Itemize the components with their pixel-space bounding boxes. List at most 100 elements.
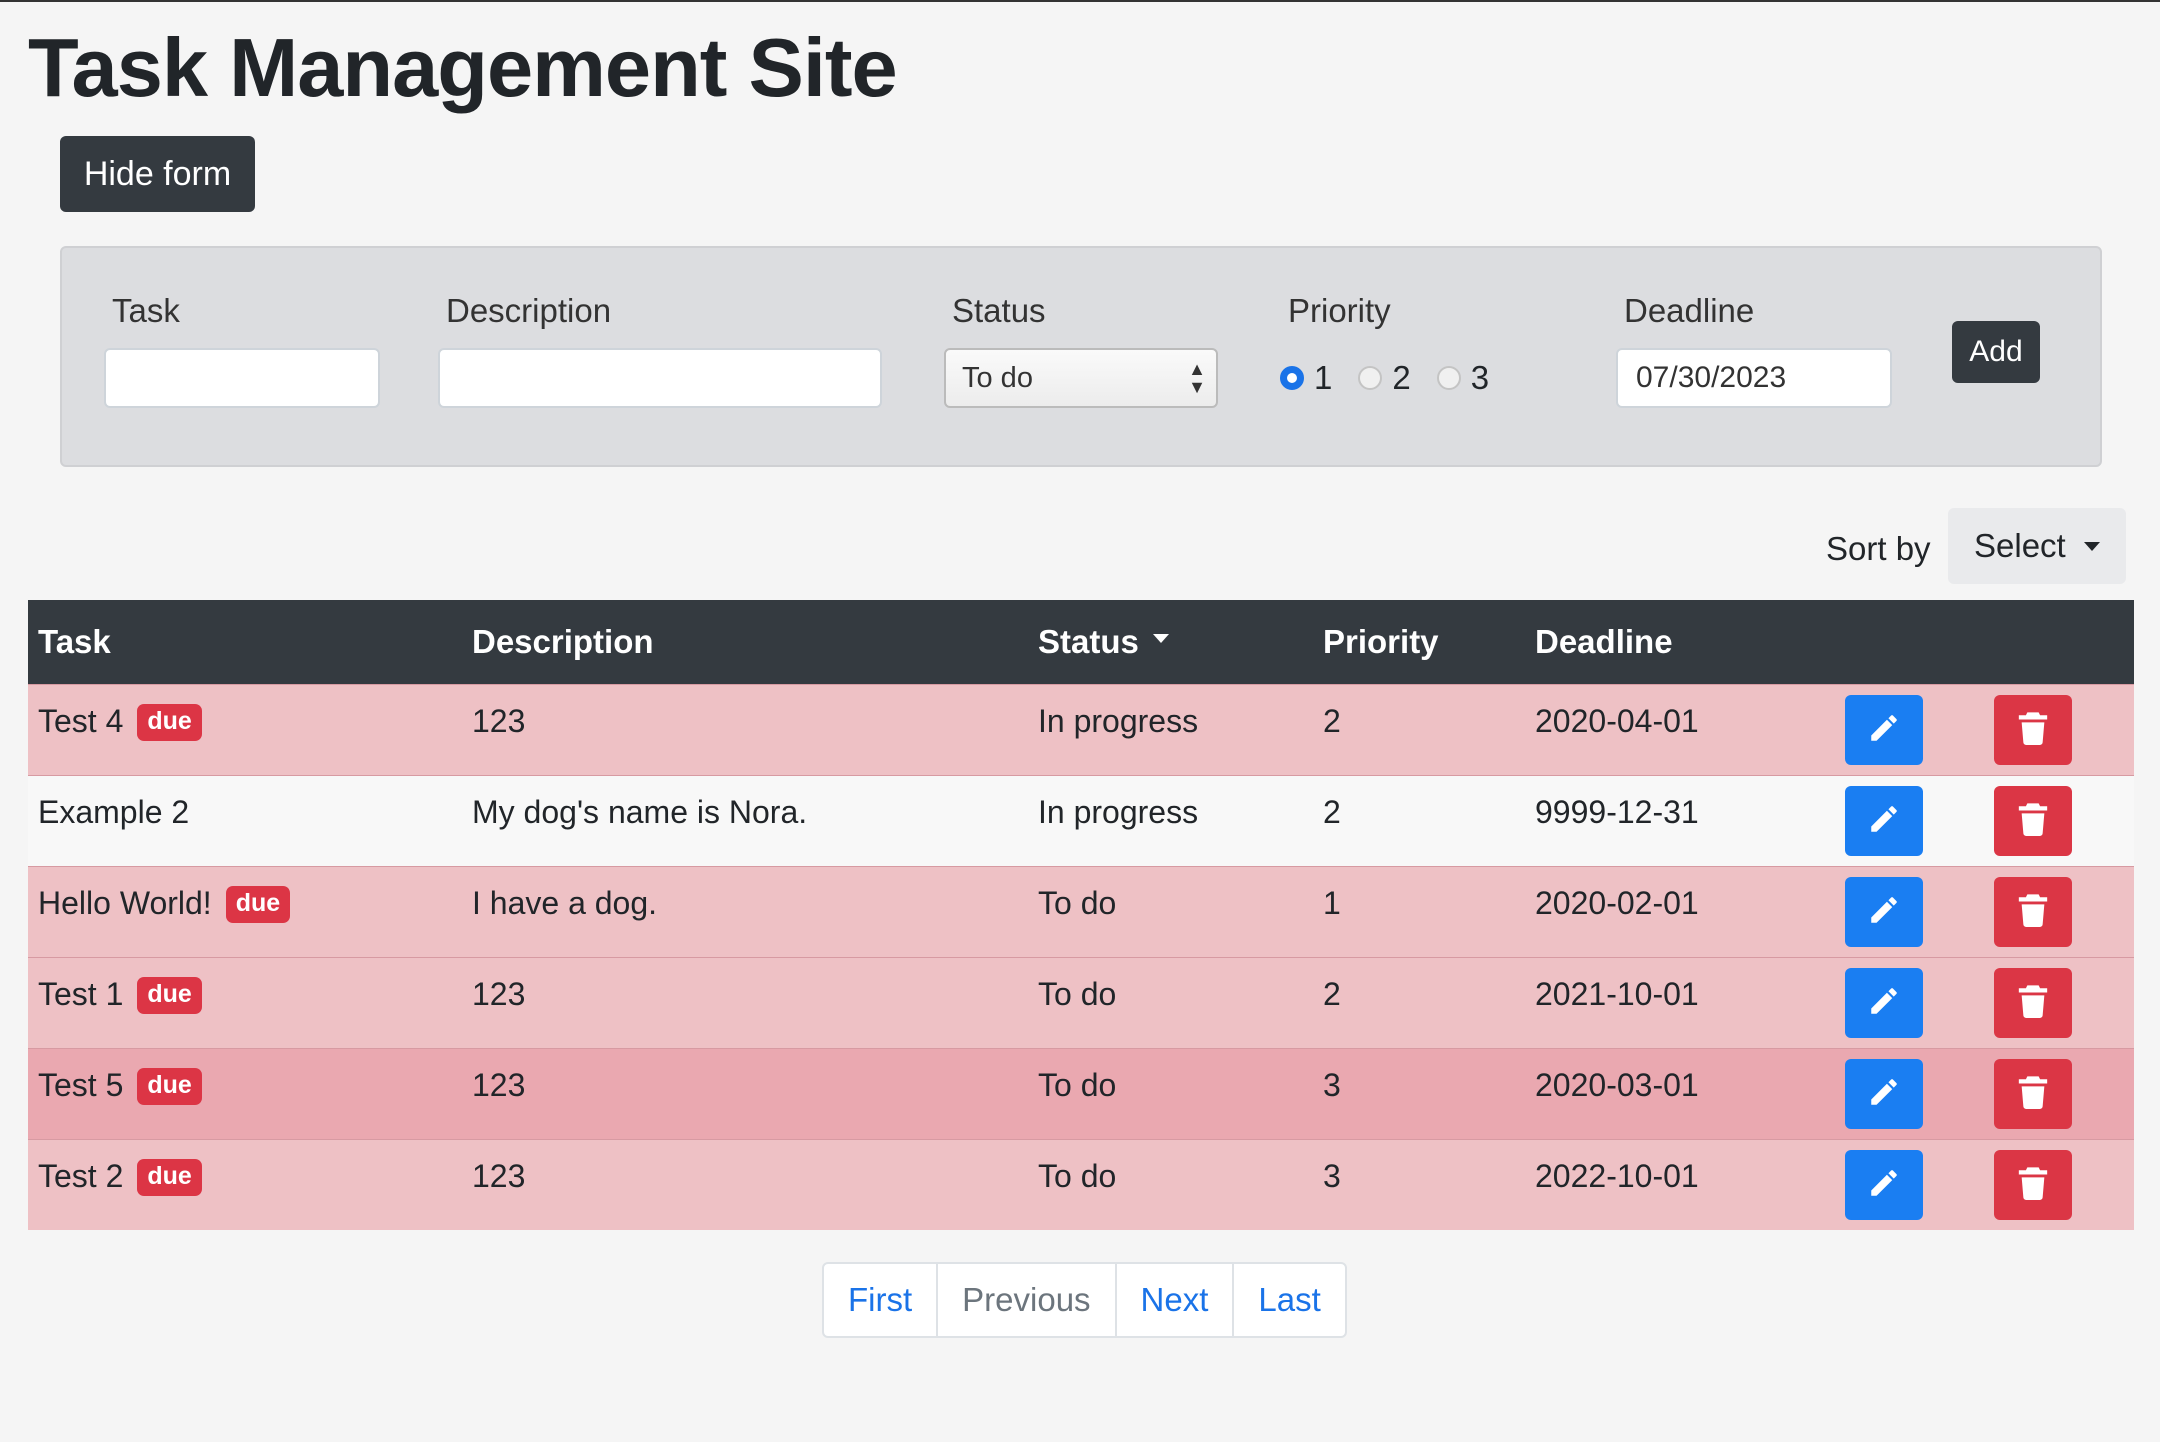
pencil-icon (1867, 1166, 1901, 1203)
edit-button[interactable] (1845, 785, 1923, 856)
select-arrows-icon: ▲ ▼ (1188, 359, 1206, 397)
task-cell: Test 4 due (28, 684, 462, 775)
table-header-row: Task Description Status Priority Deadlin… (28, 600, 2134, 684)
task-cell: Test 2 due (28, 1139, 462, 1230)
description-cell: My dog's name is Nora. (472, 793, 808, 830)
description-cell: 123 (472, 1066, 526, 1103)
trash-icon (2018, 802, 2048, 839)
task-table: Task Description Status Priority Deadlin… (28, 600, 2134, 1230)
task-cell: Test 5 due (28, 1048, 462, 1139)
edit-cell (1835, 1139, 1984, 1230)
description-input[interactable] (438, 348, 882, 408)
priority-cell: 2 (1323, 975, 1341, 1012)
column-header-task[interactable]: Task (28, 600, 462, 684)
edit-cell (1835, 957, 1984, 1048)
column-header-priority[interactable]: Priority (1313, 600, 1525, 684)
caret-down-icon (2083, 541, 2100, 551)
edit-button[interactable] (1845, 694, 1923, 765)
status-cell: In progress (1038, 702, 1199, 739)
due-badge: due (137, 1067, 202, 1105)
radio-unchecked-icon[interactable] (1358, 366, 1383, 390)
delete-button[interactable] (1994, 694, 2072, 765)
table-row: Example 2 My dog's name is Nora. In progre… (28, 775, 2134, 866)
edit-button[interactable] (1845, 876, 1923, 947)
table-row: Test 2 due 123 To do 3 2022-10-01 (28, 1139, 2134, 1230)
deadline-cell: 2020-03-01 (1535, 1066, 1699, 1103)
priority-option-2[interactable]: 2 (1358, 359, 1411, 397)
pencil-icon (1867, 984, 1901, 1021)
edit-button[interactable] (1845, 1058, 1923, 1129)
page-previous-button[interactable]: Previous (938, 1264, 1117, 1336)
pencil-icon (1867, 802, 1901, 839)
edit-cell (1835, 866, 1984, 957)
status-select[interactable]: To do ▲ ▼ (944, 348, 1218, 408)
task-cell: Hello World! due (28, 866, 462, 957)
trash-icon (2018, 1166, 2048, 1203)
description-cell: I have a dog. (472, 884, 658, 921)
radio-unchecked-icon[interactable] (1436, 366, 1461, 390)
description-label: Description (446, 292, 612, 329)
column-header-status[interactable]: Status (1028, 600, 1313, 684)
delete-cell (1984, 1048, 2134, 1139)
edit-cell (1835, 775, 1984, 866)
sort-dropdown-value: Select (1974, 527, 2066, 564)
delete-button[interactable] (1994, 1149, 2072, 1220)
add-button[interactable]: Add (1952, 321, 2040, 383)
priority-radio-group: 1 2 3 (1280, 356, 1515, 400)
sort-caret-icon (1152, 633, 1169, 643)
trash-icon (2018, 711, 2048, 748)
trash-icon (2018, 893, 2048, 930)
task-cell: Example 2 (38, 793, 190, 830)
delete-button[interactable] (1994, 785, 2072, 856)
priority-cell: 3 (1323, 1157, 1341, 1194)
pencil-icon (1867, 893, 1901, 930)
deadline-cell: 2021-10-01 (1535, 975, 1699, 1012)
pagination: First Previous Next Last (822, 1262, 1347, 1338)
delete-cell (1984, 684, 2134, 775)
column-header-delete (1984, 600, 2134, 684)
status-cell: To do (1038, 1066, 1117, 1103)
edit-button[interactable] (1845, 1149, 1923, 1220)
due-badge: due (137, 703, 202, 741)
priority-option-3[interactable]: 3 (1436, 359, 1489, 397)
radio-checked-icon[interactable] (1280, 366, 1304, 390)
priority-cell: 1 (1323, 884, 1341, 921)
table-row: Hello World! due I have a dog. To do 1 2020-0… (28, 866, 2134, 957)
status-select-value: To do (962, 362, 1033, 394)
description-cell: 123 (472, 1157, 526, 1194)
deadline-input[interactable] (1616, 348, 1892, 408)
column-header-deadline[interactable]: Deadline (1525, 600, 1835, 684)
page-last-button[interactable]: Last (1234, 1264, 1344, 1336)
status-cell: To do (1038, 884, 1117, 921)
status-cell: To do (1038, 1157, 1117, 1194)
priority-option-1[interactable]: 1 (1280, 359, 1332, 397)
description-cell: 123 (472, 702, 526, 739)
delete-button[interactable] (1994, 967, 2072, 1038)
page-next-button[interactable]: Next (1117, 1264, 1235, 1336)
column-header-description[interactable]: Description (462, 600, 1028, 684)
task-input[interactable] (104, 348, 380, 408)
delete-button[interactable] (1994, 1058, 2072, 1129)
delete-button[interactable] (1994, 876, 2072, 947)
edit-button[interactable] (1845, 967, 1923, 1038)
pencil-icon (1867, 1075, 1901, 1112)
page-title: Task Management Site (28, 21, 898, 114)
add-task-form: Task Description Status To do ▲ ▼ Priorit… (60, 246, 2102, 467)
pencil-icon (1867, 711, 1901, 748)
deadline-cell: 2020-04-01 (1535, 702, 1699, 739)
deadline-cell: 9999-12-31 (1535, 793, 1699, 830)
due-badge: due (225, 885, 291, 923)
page-first-button[interactable]: First (824, 1264, 939, 1336)
sort-label: Sort by (1826, 530, 1931, 567)
sort-dropdown[interactable]: Select (1948, 508, 2126, 584)
table-row: Test 5 due 123 To do 3 2020-03-01 (28, 1048, 2134, 1139)
task-cell: Test 1 due (28, 957, 462, 1048)
delete-cell (1984, 775, 2134, 866)
priority-cell: 3 (1323, 1066, 1341, 1103)
column-header-edit (1835, 600, 1984, 684)
trash-icon (2018, 984, 2048, 1021)
trash-icon (2018, 1075, 2048, 1112)
table-row: Test 4 due 123 In progress 2 2020-04-01 (28, 684, 2134, 775)
hide-form-button[interactable]: Hide form (60, 136, 255, 212)
task-label: Task (112, 292, 180, 329)
